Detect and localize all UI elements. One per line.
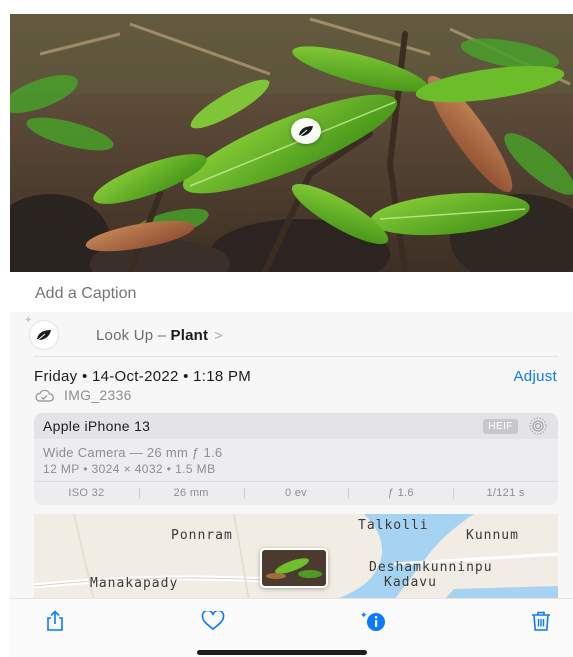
map-label-deshamkunninpu: Deshamkunninpu xyxy=(369,560,493,575)
filename: IMG_2336 xyxy=(64,387,132,403)
favorite-button[interactable] xyxy=(198,607,228,635)
visual-look-up-badge[interactable] xyxy=(291,118,321,144)
plant-photo-art xyxy=(10,14,573,272)
delete-button[interactable] xyxy=(526,607,556,635)
lookup-label: Look Up – Plant xyxy=(96,327,208,344)
map-label-manakapady: Manakapady xyxy=(90,576,179,591)
adjust-button[interactable]: Adjust xyxy=(514,368,558,385)
info-sparkle-icon: ✦ xyxy=(360,611,385,631)
chevron-right-icon: > xyxy=(214,327,223,343)
photo-thumbnail xyxy=(262,550,326,586)
lookup-subject: Plant xyxy=(170,326,209,344)
lookup-leaf-icon: ✦ xyxy=(24,315,58,349)
camera-model: Apple iPhone 13 xyxy=(43,418,151,434)
map-label-ponnram: Ponnram xyxy=(171,528,233,543)
map-photo-pin[interactable] xyxy=(260,548,328,588)
exif-row: ISO 32 26 mm 0 ev ƒ 1.6 1/121 s xyxy=(34,481,558,505)
share-icon xyxy=(47,610,63,631)
photo-info-screen: ✦ Look Up – Plant > Friday • 14-Oct-2022… xyxy=(0,0,573,657)
filename-row: IMG_2336 xyxy=(34,387,132,403)
exif-shutter-speed: 1/121 s xyxy=(453,482,558,505)
sparkle-icon: ✦ xyxy=(24,315,33,326)
map-label-kadavu: Kadavu xyxy=(384,575,437,590)
exif-iso: ISO 32 xyxy=(68,487,105,499)
image-specs: 12 MP • 3024 × 4032 • 1.5 MB xyxy=(43,462,216,476)
live-photo-icon[interactable] xyxy=(528,417,548,435)
lookup-prefix: Look Up – xyxy=(96,326,171,344)
heart-icon xyxy=(201,611,225,631)
exif-exposure-bias: 0 ev xyxy=(243,482,349,505)
caption-input[interactable] xyxy=(35,283,515,305)
leaf-icon xyxy=(299,126,313,137)
plant-photo[interactable] xyxy=(10,14,573,272)
svg-text:✦: ✦ xyxy=(360,611,368,621)
map-label-kunnum: Kunnum xyxy=(466,528,519,543)
lens-info: Wide Camera — 26 mm ƒ 1.6 xyxy=(43,445,223,460)
leaf-icon xyxy=(37,330,51,341)
bottom-toolbar: ✦ xyxy=(10,598,573,657)
cloud-check-icon xyxy=(35,389,54,402)
format-badge: HEIF xyxy=(483,419,518,434)
map-label-talkolli: Talkolli xyxy=(358,518,429,533)
lookup-row[interactable]: ✦ Look Up – Plant > xyxy=(24,315,530,352)
trash-icon xyxy=(532,611,550,631)
info-button[interactable]: ✦ xyxy=(354,607,394,635)
camera-info-card: Apple iPhone 13 HEIF Wide Camera — 26 mm… xyxy=(34,413,558,505)
divider xyxy=(34,356,558,357)
date-time: Friday • 14-Oct-2022 • 1:18 PM xyxy=(34,368,252,385)
home-indicator xyxy=(197,650,367,655)
exif-aperture: ƒ 1.6 xyxy=(348,482,453,505)
share-button[interactable] xyxy=(40,607,70,635)
exif-focal-length: 26 mm xyxy=(138,482,244,505)
location-map[interactable]: Talkolli Ponnram Kunnum Deshamkunninpu K… xyxy=(34,514,558,600)
